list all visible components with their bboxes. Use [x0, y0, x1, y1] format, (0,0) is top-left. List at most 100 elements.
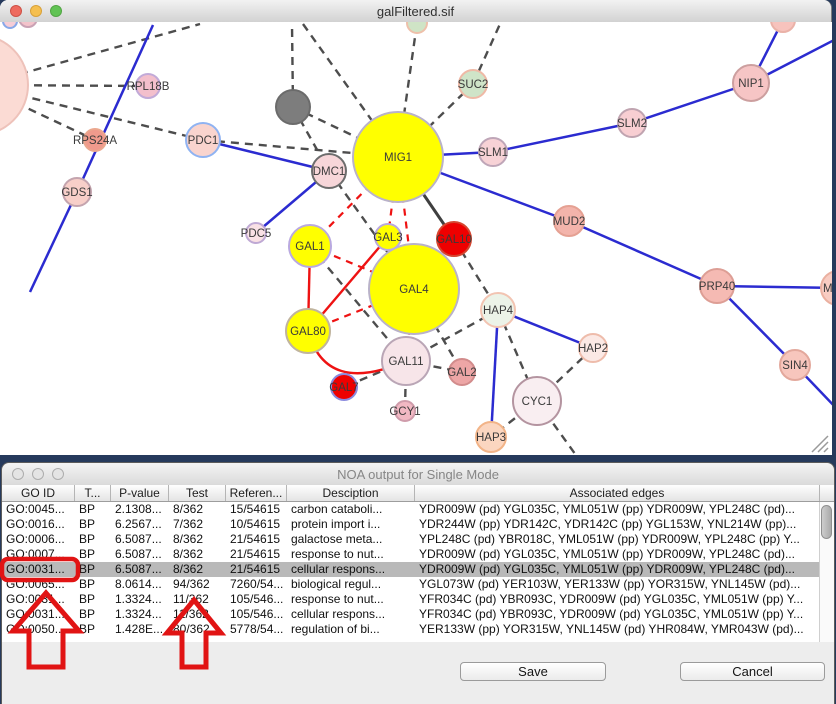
column-header-pvalue[interactable]: P-value — [111, 485, 169, 501]
node-label-mig1: MIG1 — [384, 152, 412, 164]
cell-go-id: GO:0050... — [2, 622, 75, 637]
cell-reference: 7260/54... — [226, 577, 287, 592]
node-greenc[interactable] — [407, 22, 427, 33]
table-row[interactable]: GO:0016...BP6.2567...7/36210/54615protei… — [2, 517, 834, 532]
cell-description: galactose meta... — [287, 532, 415, 547]
node-label-pdc1: PDC1 — [188, 135, 219, 147]
column-header-test[interactable]: Test — [169, 485, 226, 501]
node-label-slm1: SLM1 — [478, 147, 508, 159]
node-label-pdc5: PDC5 — [241, 228, 272, 240]
zoom-button[interactable] — [52, 468, 64, 480]
table-row[interactable]: GO:0007...BP6.5087...8/36221/54615respon… — [2, 547, 834, 562]
cell-type: BP — [75, 517, 111, 532]
cell-go-id: GO:0006... — [2, 532, 75, 547]
node-label-rps24a: RPS24A — [73, 135, 117, 147]
close-button[interactable] — [10, 5, 22, 17]
cell-p-value: 1.428E... — [111, 622, 169, 637]
cell-associated-edges: YFR034C (pd) YBR093C, YDR009W (pd) YGL03… — [415, 607, 820, 622]
node-label-cyc1: CYC1 — [522, 396, 553, 408]
cell-p-value: 6.2567... — [111, 517, 169, 532]
cell-go-id: GO:0007... — [2, 547, 75, 562]
table-row[interactable]: GO:0031...BP1.3324...11/362105/546...cel… — [2, 607, 834, 622]
noa-window-title: NOA output for Single Mode — [337, 467, 499, 482]
cell-description: protein import i... — [287, 517, 415, 532]
cell-description: biological regul... — [287, 577, 415, 592]
cell-reference: 21/54615 — [226, 562, 287, 577]
graph-window-title: galFiltered.sif — [377, 4, 454, 19]
cell-reference: 21/54615 — [226, 532, 287, 547]
cell-test: 8/362 — [169, 562, 226, 577]
minimize-button[interactable] — [30, 5, 42, 17]
vertical-scrollbar[interactable] — [819, 502, 834, 642]
node-clipb[interactable] — [19, 22, 37, 27]
column-header-goid[interactable]: GO ID — [2, 485, 75, 501]
cell-test: 11/362 — [169, 592, 226, 607]
cancel-button[interactable]: Cancel — [680, 662, 825, 681]
cell-associated-edges: YER133W (pp) YOR315W, YNL145W (pd) YHR08… — [415, 622, 820, 637]
node-label-msl1: MSL1 — [823, 283, 832, 295]
cell-reference: 15/54615 — [226, 502, 287, 517]
cell-p-value: 1.3324... — [111, 607, 169, 622]
node-label-gal4: GAL4 — [399, 284, 429, 296]
cell-type: BP — [75, 547, 111, 562]
minimize-button[interactable] — [32, 468, 44, 480]
edge-pp — [491, 310, 498, 437]
cell-type: BP — [75, 607, 111, 622]
graph-window-titlebar[interactable]: galFiltered.sif — [0, 0, 831, 23]
node-clipa[interactable] — [3, 22, 17, 28]
traffic-lights — [10, 5, 62, 17]
node-label-prp40: PRP40 — [699, 281, 735, 293]
cell-test: 8/362 — [169, 547, 226, 562]
results-table: GO IDT...P-valueTestReferen...Desciption… — [2, 485, 834, 642]
cell-p-value: 6.5087... — [111, 547, 169, 562]
node-label-gds1: GDS1 — [61, 187, 92, 199]
cell-test: 94/362 — [169, 577, 226, 592]
cell-type: BP — [75, 592, 111, 607]
scrollbar-thumb[interactable] — [821, 505, 832, 539]
cell-p-value: 6.5087... — [111, 532, 169, 547]
table-row[interactable]: GO:0050...BP1.428E...80/3625778/54...reg… — [2, 622, 834, 637]
node-label-rpl18b: RPL18B — [127, 81, 170, 93]
column-header-desciption[interactable]: Desciption — [287, 485, 415, 501]
noa-window-titlebar[interactable]: NOA output for Single Mode — [2, 463, 834, 486]
cell-type: BP — [75, 622, 111, 637]
table-row[interactable]: GO:0031...BP1.3324...11/362105/546...res… — [2, 592, 834, 607]
column-header-associatededges[interactable]: Associated edges — [415, 485, 820, 501]
column-header-t[interactable]: T... — [75, 485, 111, 501]
node-bigl[interactable] — [0, 35, 28, 135]
cell-type: BP — [75, 532, 111, 547]
cell-type: BP — [75, 562, 111, 577]
desktop: { "graph_window": { "title": "galFiltere… — [0, 0, 836, 704]
resize-grip-line[interactable] — [824, 448, 828, 452]
cell-description: regulation of bi... — [287, 622, 415, 637]
graph-window: galFiltered.sif RPL18B RPS24A GDS1 PDC1 MIG1… — [0, 0, 832, 455]
cell-test: 8/362 — [169, 502, 226, 517]
table-row[interactable]: GO:0006...BP6.5087...8/36221/54615galact… — [2, 532, 834, 547]
node-label-gal1: GAL1 — [295, 241, 324, 253]
table-row-selected[interactable]: GO:0031...BP6.5087...8/36221/54615cellul… — [2, 562, 834, 577]
cell-reference: 105/546... — [226, 607, 287, 622]
cell-associated-edges: YDR009W (pd) YGL035C, YML051W (pp) YDR00… — [415, 562, 820, 577]
node-label-slm2: SLM2 — [617, 118, 647, 130]
column-header-stub — [820, 485, 834, 501]
column-header-referen[interactable]: Referen... — [226, 485, 287, 501]
save-button[interactable]: Save — [460, 662, 606, 681]
node-label-sin4: SIN4 — [782, 360, 808, 372]
node-gray[interactable] — [276, 90, 310, 124]
table-row[interactable]: GO:0045...BP2.1308...8/36215/54615carbon… — [2, 502, 834, 517]
cell-go-id: GO:0031... — [2, 562, 75, 577]
table-row[interactable]: GO:0065...BP8.0614...94/3627260/54...bio… — [2, 577, 834, 592]
cell-reference: 5778/54... — [226, 622, 287, 637]
cell-p-value: 8.0614... — [111, 577, 169, 592]
cell-p-value: 1.3324... — [111, 592, 169, 607]
cell-type: BP — [75, 577, 111, 592]
close-button[interactable] — [12, 468, 24, 480]
cell-p-value: 2.1308... — [111, 502, 169, 517]
node-label-hap4: HAP4 — [483, 305, 514, 317]
table-header-row: GO IDT...P-valueTestReferen...Desciption… — [2, 485, 834, 502]
edge-pd — [20, 24, 200, 74]
cell-test: 8/362 — [169, 532, 226, 547]
network-canvas[interactable]: RPL18BRPS24AGDS1PDC1MIG1DMC1SUC2SLM1SLM2… — [0, 22, 832, 455]
zoom-button[interactable] — [50, 5, 62, 17]
node-cliptr[interactable] — [771, 22, 795, 32]
